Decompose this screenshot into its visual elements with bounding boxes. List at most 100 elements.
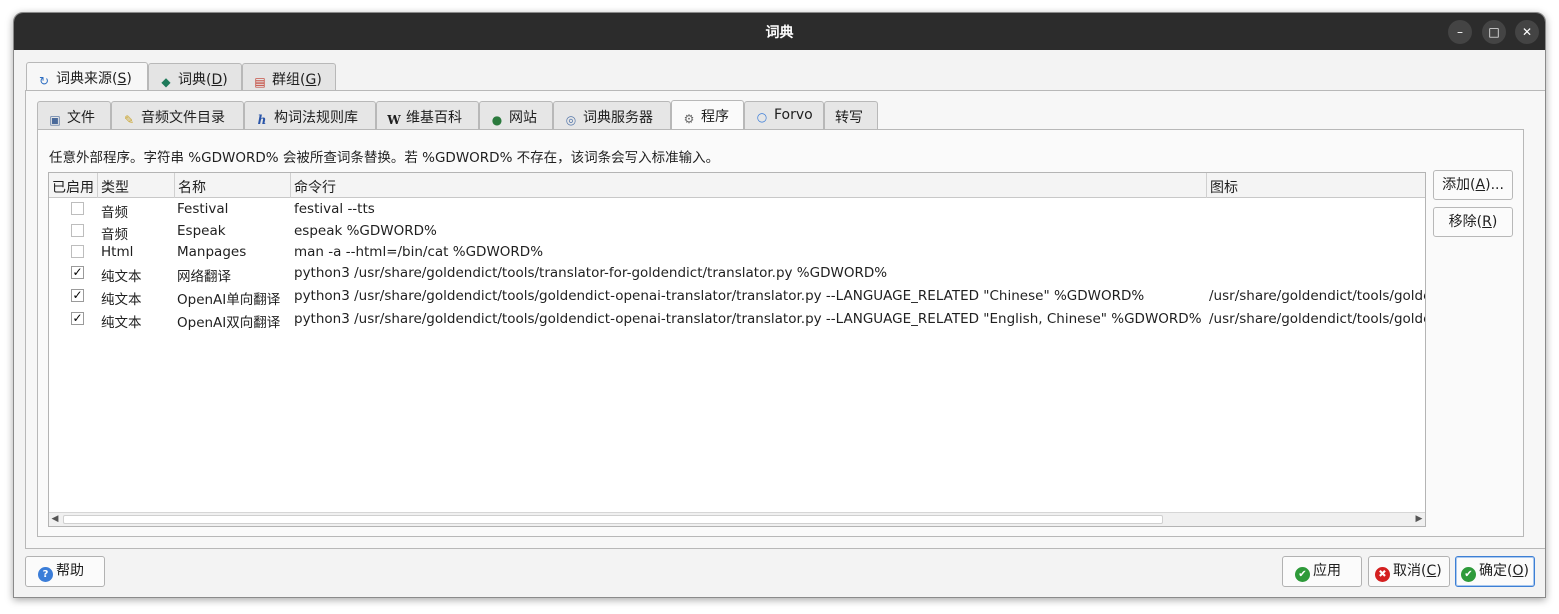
close-button[interactable]: ✕ — [1515, 20, 1539, 44]
table-row[interactable]: ✓ 纯文本 OpenAI单向翻译 python3 /usr/share/gold… — [49, 286, 1425, 308]
column-header-type[interactable]: 类型 — [98, 173, 175, 198]
scroll-left-icon[interactable]: ◀ — [49, 513, 61, 526]
table-row[interactable]: Html Manpages man -a --html=/bin/cat %GD… — [49, 242, 1425, 264]
tab-dictionary-sources[interactable]: ↻ 词典来源(S) — [26, 62, 148, 91]
cell-type: 纯文本 — [101, 269, 142, 285]
tab-dict-servers[interactable]: ◎ 词典服务器 — [553, 101, 671, 129]
tab-sound-dirs[interactable]: ✎ 音频文件目录 — [111, 101, 244, 129]
add-label: 添加( — [1442, 177, 1476, 193]
remove-button[interactable]: 移除(R) — [1433, 207, 1513, 237]
column-header-command[interactable]: 命令行 — [291, 173, 1207, 198]
forvo-icon: ○ — [756, 110, 768, 124]
server-icon: ◎ — [565, 113, 577, 127]
cancel-suffix: ) — [1436, 563, 1442, 579]
remove-label: 移除( — [1448, 214, 1483, 230]
column-header-enabled[interactable]: 已启用 — [49, 173, 98, 198]
tab-label: 文件 — [67, 110, 95, 126]
books-icon: ▤ — [254, 75, 266, 89]
tab-label: 群组(G) — [272, 72, 322, 88]
help-icon: ? — [38, 567, 53, 582]
cell-command: man -a --html=/bin/cat %GDWORD% — [294, 244, 544, 260]
cell-icon-path: /usr/share/goldendict/tools/goldendict-o… — [1209, 288, 1425, 304]
remove-mnemonic: R — [1482, 214, 1492, 230]
globe-icon: ● — [491, 113, 503, 127]
title-bar[interactable]: 词典 – □ ✕ — [14, 13, 1545, 50]
add-button[interactable]: 添加(A)... — [1433, 170, 1513, 200]
cell-command: espeak %GDWORD% — [294, 223, 437, 239]
cancel-label: 取消( — [1393, 563, 1427, 579]
cell-command: python3 /usr/share/goldendict/tools/gold… — [294, 311, 1202, 327]
tab-label: 程序 — [701, 109, 729, 125]
cell-command: python3 /usr/share/goldendict/tools/gold… — [294, 288, 1145, 304]
tab-label: 词典(D) — [178, 72, 228, 88]
programs-description: 任意外部程序。字符串 %GDWORD% 会被所查词条替换。若 %GDWORD% … — [49, 150, 720, 166]
cell-type: 音频 — [101, 205, 128, 221]
cancel-mnemonic: C — [1426, 563, 1437, 579]
tab-label: 网站 — [509, 110, 537, 126]
tab-label: 词典来源(S) — [56, 71, 132, 87]
cell-command: python3 /usr/share/goldendict/tools/tran… — [294, 265, 888, 281]
remove-suffix: ) — [1491, 214, 1498, 230]
column-header-name[interactable]: 名称 — [175, 173, 291, 198]
table-row[interactable]: 音频 Espeak espeak %GDWORD% — [49, 221, 1425, 243]
enabled-checkbox[interactable] — [71, 202, 84, 215]
file-icon: ▣ — [49, 113, 61, 127]
table-row[interactable]: 音频 Festival festival --tts — [49, 199, 1425, 221]
scrollbar-thumb[interactable] — [63, 515, 1163, 524]
table-row[interactable]: ✓ 纯文本 网络翻译 python3 /usr/share/goldendict… — [49, 263, 1425, 285]
tab-transliteration[interactable]: 转写 — [824, 101, 878, 129]
wikipedia-icon: W — [387, 113, 401, 127]
window-title: 词典 — [765, 25, 794, 41]
pencil-icon: ✎ — [123, 113, 135, 127]
cell-type: Html — [101, 244, 134, 260]
book-icon: ◆ — [161, 75, 171, 89]
tab-label: 构词法规则库 — [274, 110, 358, 126]
enabled-checkbox[interactable] — [71, 224, 84, 237]
tab-websites[interactable]: ● 网站 — [479, 101, 553, 129]
enabled-checkbox[interactable] — [71, 245, 84, 258]
tab-wikipedia[interactable]: W 维基百科 — [376, 101, 479, 129]
programs-table[interactable]: 已启用 类型 名称 命令行 图标 音频 Festival festival --… — [48, 172, 1426, 527]
cell-name: OpenAI双向翻译 — [177, 315, 281, 331]
cell-type: 纯文本 — [101, 292, 142, 308]
check-icon: ✔ — [1295, 567, 1310, 582]
apply-label: 应用 — [1313, 563, 1341, 579]
enabled-checkbox[interactable]: ✓ — [71, 289, 84, 302]
tab-label: Forvo — [774, 107, 813, 123]
tab-files[interactable]: ▣ 文件 — [37, 101, 111, 129]
tab-forvo[interactable]: ○ Forvo — [744, 101, 824, 129]
enabled-checkbox[interactable]: ✓ — [71, 266, 84, 279]
ok-suffix: ) — [1523, 563, 1529, 579]
ok-label: 确定( — [1479, 563, 1513, 579]
italic-h-icon: h — [257, 113, 267, 127]
cell-type: 音频 — [101, 227, 128, 243]
minimize-button[interactable]: – — [1448, 20, 1472, 44]
tab-programs[interactable]: ⚙ 程序 — [671, 100, 744, 130]
tab-groups[interactable]: ▤ 群组(G) — [242, 63, 336, 91]
cell-name: Espeak — [177, 223, 226, 239]
table-header: 已启用 类型 名称 命令行 图标 — [49, 173, 1425, 198]
cell-type: 纯文本 — [101, 315, 142, 331]
tab-label: 转写 — [835, 110, 863, 126]
tab-morphology[interactable]: h 构词法规则库 — [244, 101, 376, 129]
ok-button[interactable]: ✔ 确定(O) — [1455, 556, 1535, 587]
add-suffix: )... — [1485, 177, 1504, 193]
apply-button[interactable]: ✔ 应用 — [1282, 556, 1362, 587]
tab-dictionaries[interactable]: ◆ 词典(D) — [148, 63, 242, 91]
cell-name: Manpages — [177, 244, 247, 260]
dictionaries-dialog: 词典 – □ ✕ ↻ 词典来源(S) ◆ 词典(D) ▤ 群组(G) ▣ 文件 ✎ 音频文… — [13, 12, 1546, 598]
horizontal-scrollbar[interactable]: ◀ ▶ — [49, 512, 1425, 526]
check-icon: ✔ — [1461, 567, 1476, 582]
cell-command: festival --tts — [294, 201, 375, 217]
cancel-button[interactable]: ✖ 取消(C) — [1368, 556, 1450, 587]
enabled-checkbox[interactable]: ✓ — [71, 312, 84, 325]
tab-label: 维基百科 — [406, 110, 462, 126]
help-button[interactable]: ? 帮助 — [25, 556, 105, 587]
cell-icon-path: /usr/share/goldendict/tools/goldendict-o… — [1209, 311, 1425, 327]
scroll-right-icon[interactable]: ▶ — [1413, 513, 1425, 526]
cancel-icon: ✖ — [1375, 567, 1390, 582]
maximize-button[interactable]: □ — [1482, 20, 1506, 44]
column-header-icon[interactable]: 图标 — [1207, 173, 1425, 198]
help-label: 帮助 — [56, 563, 84, 579]
table-row[interactable]: ✓ 纯文本 OpenAI双向翻译 python3 /usr/share/gold… — [49, 309, 1425, 331]
